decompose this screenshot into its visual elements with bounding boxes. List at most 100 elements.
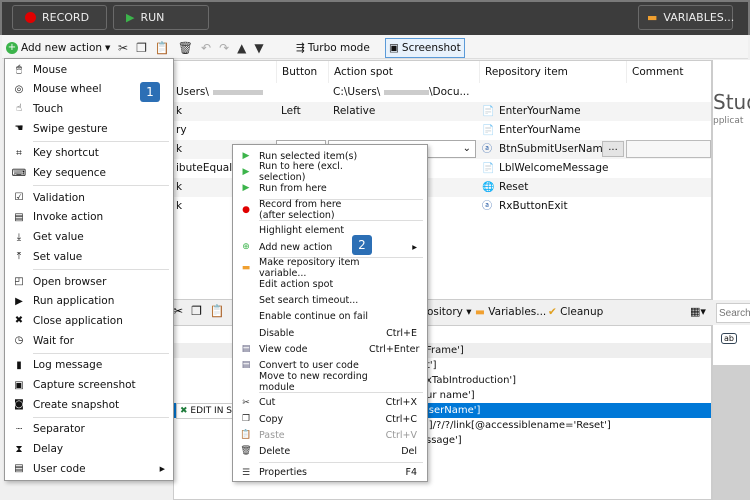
document-icon: 📄 xyxy=(482,106,495,117)
repository-side-panel: ab xyxy=(712,325,750,500)
menu-item-log-message[interactable]: ▮ Log message xyxy=(5,356,173,375)
context-item-make-repository-item-variable[interactable]: ▬ Make repository item variable... xyxy=(233,257,427,279)
context-item-delete[interactable]: 🗑 Delete Del xyxy=(233,443,427,459)
repository-dropdown[interactable]: ository ▾ xyxy=(427,306,472,318)
columns-icon[interactable]: ▦▾ xyxy=(690,305,706,318)
table-row[interactable]: ry 📄 EnterYourName xyxy=(174,121,711,140)
document-icon: 📄 xyxy=(482,163,495,174)
cell-action: ibuteEqual xyxy=(176,162,233,174)
context-item-enable-continue-on-fail[interactable]: Enable continue on fail xyxy=(233,309,427,325)
menu-item-get-value[interactable]: ⤓ Get value xyxy=(5,228,173,247)
code-icon: ▤ xyxy=(241,344,251,355)
mouse-wheel-icon: ◎ xyxy=(14,83,24,95)
copy-icon: ❐ xyxy=(241,414,251,424)
context-item-view-code[interactable]: ▤ View code Ctrl+Enter xyxy=(233,341,427,357)
menu-item-swipe-gesture[interactable]: ☚ Swipe gesture xyxy=(5,119,173,138)
column-header-button[interactable]: Button xyxy=(276,61,317,83)
add-new-action-button[interactable]: + Add new action ▼ xyxy=(6,39,110,57)
move-down-icon[interactable]: ▼ xyxy=(254,41,263,55)
add-new-action-menu: 🖱 Mouse ◎ Mouse wheel ☝ Touch ☚ Swipe gesture ⌗ K… xyxy=(4,58,174,481)
screenshot-button[interactable]: ▣ Screenshot xyxy=(385,38,465,58)
cell-repository-item: EnterYourName xyxy=(499,124,581,136)
variables-icon: ▬ xyxy=(475,306,485,318)
context-item-run-from-here[interactable]: ▶ Run from here xyxy=(233,180,427,196)
search-input[interactable] xyxy=(716,303,750,323)
menu-item-set-value[interactable]: ⤒ Set value xyxy=(5,247,173,266)
menu-item-validation[interactable]: ☑ Validation xyxy=(5,188,173,207)
menu-item-separator[interactable]: ┈ Separator xyxy=(5,420,173,439)
column-header-repository-item[interactable]: Repository item xyxy=(479,61,568,83)
cell-button: Left xyxy=(281,105,301,117)
variables-button[interactable]: ▬ Variables... xyxy=(475,306,546,318)
context-item-edit-action-spot[interactable]: Edit action spot xyxy=(233,276,427,292)
menu-item-open-browser[interactable]: ◰ Open browser xyxy=(5,272,173,291)
context-item-move-to-new-recording-module[interactable]: Move to new recording module xyxy=(233,371,427,393)
context-item-highlight-element[interactable]: Highlight element xyxy=(233,223,427,239)
menu-item-close-application[interactable]: ✖ Close application xyxy=(5,311,173,330)
turbo-mode-button[interactable]: ⇶ Turbo mode xyxy=(296,39,370,57)
row-path: ']/?/?/link[@accessiblename='Reset'] xyxy=(426,420,611,431)
record-icon: ● xyxy=(242,204,250,215)
paste-icon[interactable]: 📋 xyxy=(210,304,225,318)
context-item-run-to-here-excl-selection[interactable]: ▶ Run to here (excl. selection) xyxy=(233,161,427,183)
delay-icon: ⧗ xyxy=(15,443,23,455)
context-item-disable[interactable]: Disable Ctrl+E xyxy=(233,325,427,341)
table-row[interactable]: k Left Relative 📄 EnterYourName xyxy=(174,102,711,121)
context-item-add-new-action[interactable]: ⊕ Add new action ▸ xyxy=(233,239,427,255)
context-item-paste[interactable]: 📋 Paste Ctrl+V xyxy=(233,427,427,443)
callout-badge-1: 1 xyxy=(140,82,160,102)
cut-icon[interactable]: ✂ xyxy=(118,41,128,55)
menu-item-touch[interactable]: ☝ Touch xyxy=(5,99,173,118)
redo-icon[interactable]: ↷ xyxy=(219,41,229,55)
undo-icon[interactable]: ↶ xyxy=(201,41,211,55)
paste-icon[interactable]: 📋 xyxy=(155,41,170,55)
variables-button[interactable]: ▬ VARIABLES... xyxy=(638,5,734,30)
table-row[interactable]: Users\ C:\Users\ \Docu... xyxy=(174,83,711,102)
copy-icon[interactable]: ❐ xyxy=(136,41,147,55)
edit-in-spreadsheet-button[interactable]: ✖ EDIT IN S xyxy=(176,403,236,419)
menu-item-user-code[interactable]: ▤ User code ▶ xyxy=(5,459,173,478)
context-item-cut[interactable]: ✂ Cut Ctrl+X xyxy=(233,395,427,411)
row-path: ssage'] xyxy=(426,435,462,446)
user-code-icon: ▤ xyxy=(14,463,24,475)
delete-icon[interactable]: 🗑 xyxy=(178,41,193,55)
comment-editor[interactable] xyxy=(626,140,711,158)
menu-item-mouse[interactable]: 🖱 Mouse xyxy=(5,60,173,79)
toolbar xyxy=(2,35,748,59)
column-header-comment[interactable]: Comment xyxy=(626,61,683,83)
cell-repository-item: LblWelcomeMessage xyxy=(499,162,609,174)
cleanup-button[interactable]: ✔ Cleanup xyxy=(548,306,603,318)
context-item-record-from-here-after-selection[interactable]: ● Record from here (after selection) xyxy=(233,199,427,221)
menu-item-key-sequence[interactable]: ⌨ Key sequence xyxy=(5,164,173,183)
var-icon: ▬ xyxy=(241,263,251,274)
context-item-set-search-timeout[interactable]: Set search timeout... xyxy=(233,293,427,309)
menu-item-delay[interactable]: ⧗ Delay xyxy=(5,440,173,459)
run-application-icon: ▶ xyxy=(15,295,23,307)
move-up-icon[interactable]: ▲ xyxy=(237,41,246,55)
context-menu: ▶ Run selected item(s) ▶ Run to here (excl.… xyxy=(232,144,428,482)
context-item-properties[interactable]: ☰ Properties F4 xyxy=(233,465,427,481)
callout-badge-2: 2 xyxy=(352,235,372,255)
context-item-copy[interactable]: ❐ Copy Ctrl+C xyxy=(233,411,427,427)
cut-icon[interactable]: ✂ xyxy=(173,304,183,318)
document-icon: 📄 xyxy=(482,125,495,136)
add-icon: ⊕ xyxy=(242,242,250,252)
create-snapshot-icon: ◙ xyxy=(14,399,24,411)
row-path: xTabIntroduction'] xyxy=(426,375,517,386)
edit-tools: ✂ ❐ 📋 🗑 ↶ ↷ ▲ ▼ xyxy=(118,39,264,57)
menu-item-capture-screenshot[interactable]: ▣ Capture screenshot xyxy=(5,376,173,395)
menu-item-invoke-action[interactable]: ▤ Invoke action xyxy=(5,208,173,227)
copy-icon[interactable]: ❐ xyxy=(191,304,202,318)
browse-button[interactable]: ... xyxy=(602,141,624,157)
record-button[interactable]: RECORD xyxy=(12,5,107,30)
column-header-action-spot[interactable]: Action spot xyxy=(328,61,393,83)
cell-repository-item: BtnSubmitUserName xyxy=(499,143,610,155)
menu-item-run-application[interactable]: ▶ Run application xyxy=(5,292,173,311)
run-button[interactable]: ▶ RUN xyxy=(113,5,209,30)
menu-item-wait-for[interactable]: ◷ Wait for xyxy=(5,331,173,350)
validation-icon: ☑ xyxy=(14,192,24,204)
menu-item-create-snapshot[interactable]: ◙ Create snapshot xyxy=(5,395,173,414)
touch-icon: ☝ xyxy=(15,103,23,115)
menu-item-key-shortcut[interactable]: ⌗ Key shortcut xyxy=(5,144,173,163)
run-icon: ▶ xyxy=(242,151,250,161)
